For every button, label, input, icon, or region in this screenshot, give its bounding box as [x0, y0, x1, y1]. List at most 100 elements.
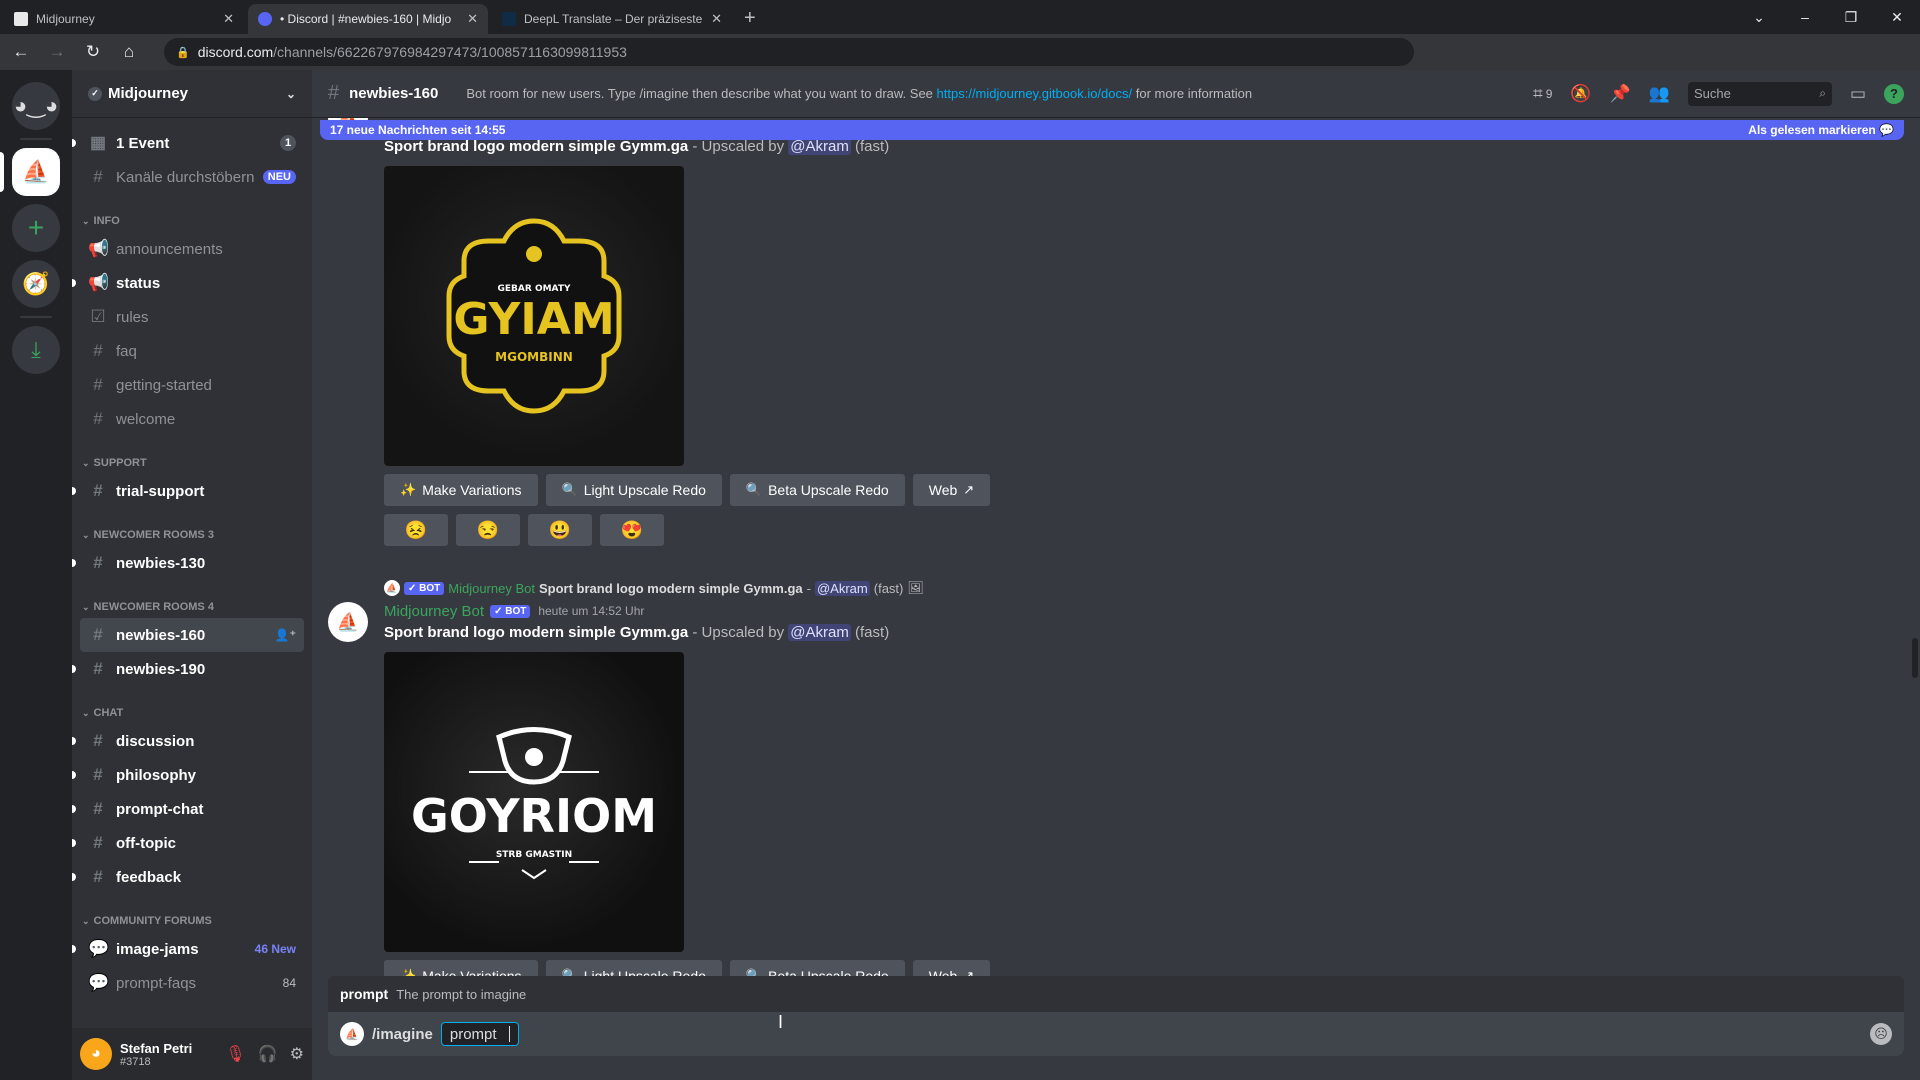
browser-tab-midjourney[interactable]: Midjourney ✕	[4, 4, 244, 34]
user-mention[interactable]: @Akram	[814, 580, 870, 596]
server-header[interactable]: ✓ Midjourney ⌄	[72, 70, 312, 118]
add-server-button[interactable]: +	[12, 204, 60, 252]
tab-search-icon[interactable]: ⌄	[1736, 9, 1782, 26]
member-list-icon[interactable]: 👥	[1649, 84, 1670, 104]
reaction-button[interactable]: 😣	[384, 514, 448, 546]
channel-newbies-190[interactable]: # newbies-190	[72, 652, 304, 686]
reload-icon[interactable]: ↻	[78, 42, 108, 62]
light-upscale-redo-button[interactable]: 🔍 Light Upscale Redo	[545, 474, 722, 506]
category-community-forums[interactable]: ⌄ COMMUNITY FORUMS	[80, 910, 304, 932]
explore-servers-button[interactable]: 🧭	[12, 260, 60, 308]
category-support[interactable]: ⌄ SUPPORT	[80, 452, 304, 474]
user-avatar[interactable]: ◕	[80, 1038, 112, 1070]
channel-feedback[interactable]: # feedback	[72, 860, 304, 894]
discord-home-button[interactable]: ◕‿◕	[12, 82, 60, 130]
browser-tab-discord[interactable]: • Discord | #newbies-160 | Midjo ✕	[248, 4, 488, 34]
category-chat[interactable]: ⌄ CHAT	[80, 702, 304, 724]
channel-off-topic[interactable]: # off-topic	[72, 826, 304, 860]
forward-icon[interactable]: →	[42, 42, 72, 62]
channel-faq[interactable]: # faq	[80, 334, 304, 368]
close-tab-icon[interactable]: ✕	[223, 11, 234, 27]
channel-status[interactable]: 📢 status	[72, 266, 304, 300]
browser-tab-deepl[interactable]: DeepL Translate – Der präziseste ✕	[492, 4, 732, 34]
close-window-icon[interactable]: ✕	[1874, 9, 1920, 26]
emoji-picker-icon[interactable]: ☹	[1870, 1023, 1892, 1045]
reply-sep: -	[806, 580, 811, 596]
unread-indicator	[72, 559, 76, 567]
reaction-button[interactable]: 😃	[528, 514, 592, 546]
new-messages-bar[interactable]: 17 neue Nachrichten seit 14:55 Als geles…	[320, 120, 1904, 140]
home-icon[interactable]: ⌂	[114, 42, 144, 62]
mark-as-read-button[interactable]: Als gelesen markieren 💬	[1748, 123, 1894, 137]
user-mention[interactable]: @Akram	[788, 138, 851, 155]
close-tab-icon[interactable]: ✕	[711, 11, 722, 27]
user-info[interactable]: Stefan Petri #3718	[120, 1041, 192, 1068]
generated-image[interactable]: GEBAR OMATY GYIAM MGOMBINN	[384, 166, 684, 466]
channel-getting-started[interactable]: # getting-started	[80, 368, 304, 402]
channel-image-jams[interactable]: 💬 image-jams 46 New	[72, 932, 304, 966]
channel-discussion[interactable]: # discussion	[72, 724, 304, 758]
channel-newbies-130[interactable]: # newbies-130	[72, 546, 304, 580]
back-icon[interactable]: ←	[6, 42, 36, 62]
channel-prompt-faqs[interactable]: 💬 prompt-faqs 84	[80, 966, 304, 1000]
server-midjourney[interactable]: ⛵	[12, 148, 60, 196]
channel-label: trial-support	[116, 482, 205, 500]
channel-welcome[interactable]: # welcome	[80, 402, 304, 436]
bot-avatar[interactable]: ⛵	[328, 602, 368, 642]
restore-icon[interactable]: ❐	[1828, 9, 1874, 26]
channel-newbies-160[interactable]: # newbies-160 👤⁺	[80, 618, 304, 652]
channel-trial-support[interactable]: # trial-support	[72, 474, 304, 508]
minimize-icon[interactable]: –	[1782, 9, 1828, 25]
docs-link[interactable]: https://midjourney.gitbook.io/docs/	[937, 86, 1133, 101]
close-tab-icon[interactable]: ✕	[467, 11, 478, 27]
category-info[interactable]: ⌄ INFO	[80, 210, 304, 232]
text-cursor-icon: I	[778, 1012, 784, 1032]
button-label: Beta Upscale Redo	[768, 482, 889, 498]
generated-image[interactable]: GOYRIOM STRB GMASTIN	[384, 652, 684, 952]
notification-muted-icon[interactable]: 🔕	[1570, 84, 1591, 104]
channel-rules[interactable]: ☑ rules	[80, 300, 304, 334]
scrollbar-thumb[interactable]	[1912, 638, 1918, 678]
make-variations-button[interactable]: ✨ Make Variations	[384, 474, 538, 506]
chevron-down-icon: ⌄	[82, 215, 90, 226]
web-button[interactable]: Web ↗	[912, 474, 991, 506]
channel-topic[interactable]: Bot room for new users. Type /imagine th…	[466, 86, 1252, 101]
midjourney-favicon	[14, 12, 28, 26]
upscaled-by: - Upscaled by	[688, 624, 789, 641]
message-composer[interactable]: ⛵ /imagine prompt ☹	[328, 1012, 1904, 1056]
athlete-figure	[526, 246, 542, 262]
unread-indicator	[72, 873, 76, 881]
events-item[interactable]: ▦ 1 Event 1	[72, 126, 304, 160]
search-input[interactable]: Suche ⌕	[1687, 81, 1832, 106]
channel-prompt-chat[interactable]: # prompt-chat	[72, 792, 304, 826]
address-bar[interactable]: 🔒 discord.com /channels/6622679769842974…	[164, 38, 1414, 66]
threads-button[interactable]: ⌗ 9	[1533, 84, 1552, 104]
channel-announcements[interactable]: 📢 announcements	[80, 232, 304, 266]
settings-gear-icon[interactable]: ⚙	[290, 1044, 304, 1064]
category-newcomer-rooms-4[interactable]: ⌄ NEWCOMER ROOMS 4	[80, 596, 304, 618]
reaction-button[interactable]: 😍	[600, 514, 664, 546]
download-apps-button[interactable]: ⤓	[12, 326, 60, 374]
browse-channels-item[interactable]: # Kanäle durchstöbern NEU	[80, 160, 304, 194]
prompt-option-input[interactable]: prompt	[440, 1022, 519, 1046]
help-icon[interactable]: ?	[1884, 83, 1904, 104]
option-name: prompt	[340, 986, 389, 1002]
hash-channel-icon: #	[93, 731, 103, 750]
channel-philosophy[interactable]: # philosophy	[72, 758, 304, 792]
reply-prompt: Sport brand logo modern simple Gymm.ga	[538, 580, 803, 596]
reaction-button[interactable]: 😒	[456, 514, 520, 546]
channel-label: off-topic	[116, 834, 176, 852]
headphones-icon[interactable]: 🎧	[258, 1044, 278, 1064]
new-badge: NEU	[262, 170, 296, 184]
logo-subtitle: GEBAR OMATY	[498, 284, 571, 294]
inbox-icon[interactable]: ▭	[1850, 84, 1866, 104]
invite-member-icon[interactable]: 👤⁺	[275, 628, 296, 642]
beta-upscale-redo-button[interactable]: 🔍 Beta Upscale Redo	[729, 474, 905, 506]
author-name[interactable]: Midjourney Bot	[384, 603, 484, 620]
mic-muted-icon[interactable]: 🎙	[225, 1044, 245, 1064]
pin-icon[interactable]: 📌	[1610, 84, 1631, 104]
reply-preview[interactable]: ⛵ ✓ BOT Midjourney Bot Sport brand logo …	[384, 578, 924, 598]
category-newcomer-rooms-3[interactable]: ⌄ NEWCOMER ROOMS 3	[80, 524, 304, 546]
new-tab-button[interactable]: +	[744, 4, 756, 34]
user-mention[interactable]: @Akram	[788, 624, 851, 641]
